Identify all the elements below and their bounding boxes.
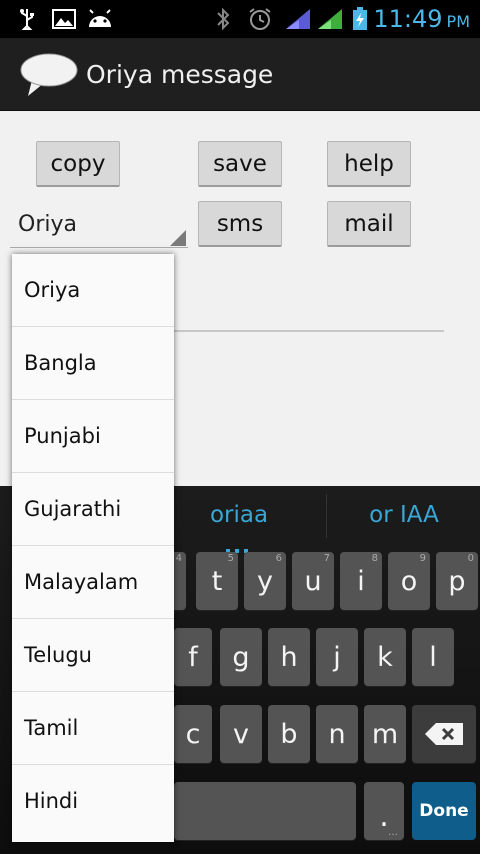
- key-b[interactable]: b: [268, 705, 310, 763]
- spinner-selected-label: Oriya: [18, 212, 77, 237]
- dropdown-item-punjabi[interactable]: Punjabi: [12, 400, 174, 473]
- backspace-icon: [425, 723, 463, 745]
- save-button[interactable]: save: [198, 141, 282, 187]
- key-n[interactable]: n: [316, 705, 358, 763]
- dropdown-item-bangla[interactable]: Bangla: [12, 327, 174, 400]
- dropdown-item-telugu[interactable]: Telugu: [12, 619, 174, 692]
- dropdown-item-malayalam[interactable]: Malayalam: [12, 546, 174, 619]
- spinner-arrow-icon: [170, 230, 186, 246]
- usb-icon: [14, 8, 40, 30]
- key-o[interactable]: o9: [388, 552, 430, 610]
- key-p[interactable]: p0: [436, 552, 478, 610]
- alarm-icon: [246, 8, 274, 30]
- dropdown-item-tamil[interactable]: Tamil: [12, 692, 174, 765]
- key-v[interactable]: v: [220, 705, 262, 763]
- dropdown-item-gujarathi[interactable]: Gujarathi: [12, 473, 174, 546]
- help-button[interactable]: help: [327, 141, 411, 187]
- copy-button[interactable]: copy: [36, 141, 120, 187]
- key-g[interactable]: g: [220, 628, 262, 686]
- status-bar: 11:49 PM: [0, 0, 480, 38]
- key-r-partial[interactable]: 4: [174, 552, 186, 610]
- suggestion-divider: [326, 494, 327, 538]
- gallery-icon: [50, 8, 78, 30]
- key-t[interactable]: t5: [196, 552, 238, 610]
- key-u[interactable]: u7: [292, 552, 334, 610]
- battery-charging-icon: [350, 7, 370, 30]
- key-c[interactable]: c: [174, 705, 212, 763]
- period-key[interactable]: .…: [364, 782, 404, 840]
- key-k[interactable]: k: [364, 628, 406, 686]
- app-title: Oriya message: [86, 60, 274, 89]
- app-logo-icon: [18, 50, 80, 100]
- message-input-underline[interactable]: [174, 330, 444, 332]
- signal-icon-2: [316, 8, 344, 30]
- bluetooth-icon: [212, 7, 234, 31]
- suggestion-2[interactable]: or IAA: [336, 486, 472, 544]
- android-icon: [86, 8, 114, 30]
- language-dropdown-list: Oriya Bangla Punjabi Gujarathi Malayalam…: [12, 254, 174, 842]
- status-time: 11:49 PM: [373, 5, 470, 33]
- backspace-key[interactable]: [412, 705, 476, 763]
- spacebar-key[interactable]: [174, 782, 356, 840]
- language-spinner[interactable]: Oriya: [10, 204, 188, 248]
- sms-button[interactable]: sms: [198, 201, 282, 247]
- key-l[interactable]: l: [412, 628, 454, 686]
- mail-button[interactable]: mail: [327, 201, 411, 247]
- done-key[interactable]: Done: [412, 782, 476, 840]
- action-bar: Oriya message: [0, 38, 480, 112]
- key-j[interactable]: j: [316, 628, 358, 686]
- key-h[interactable]: h: [268, 628, 310, 686]
- signal-icon-1: [284, 8, 312, 30]
- dropdown-item-oriya[interactable]: Oriya: [12, 254, 174, 327]
- suggestion-dots-icon: [226, 538, 248, 553]
- dropdown-item-hindi[interactable]: Hindi: [12, 765, 174, 838]
- key-m[interactable]: m: [364, 705, 406, 763]
- suggestion-1[interactable]: oriaa: [174, 486, 304, 544]
- key-y[interactable]: y6: [244, 552, 286, 610]
- key-i[interactable]: i8: [340, 552, 382, 610]
- key-f[interactable]: f: [174, 628, 212, 686]
- spinner-underline: [10, 247, 188, 248]
